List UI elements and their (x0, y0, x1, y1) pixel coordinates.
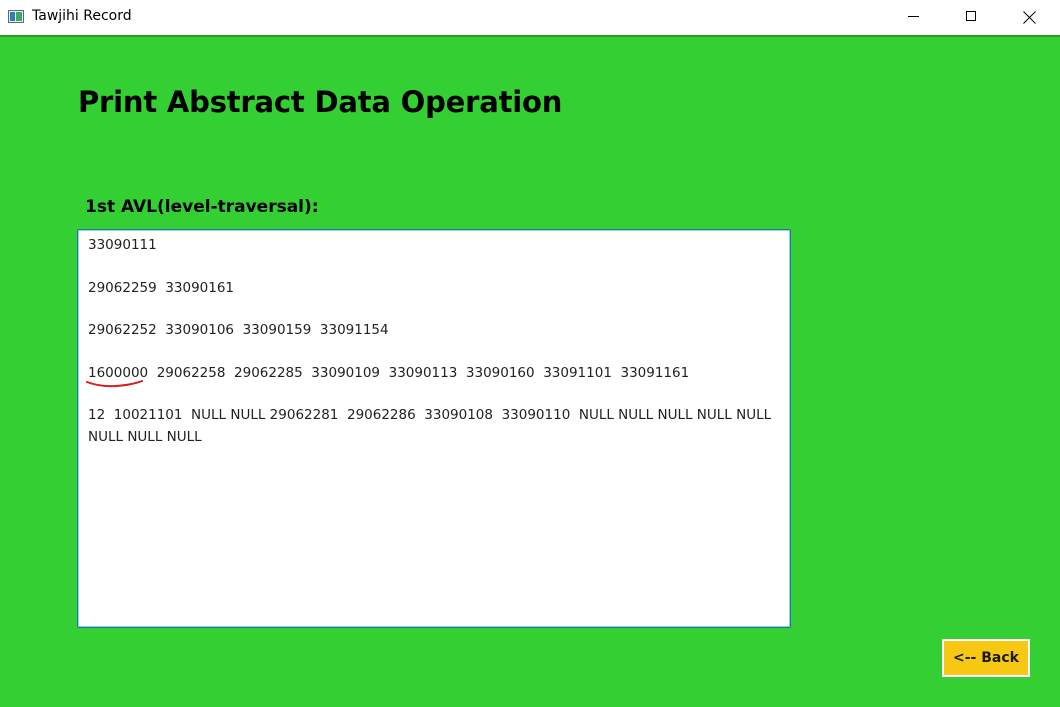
output-line: 29062252 33090106 33090159 33091154 (88, 322, 389, 338)
highlighted-value-text: 1600000 (88, 365, 149, 381)
maximize-button[interactable] (948, 0, 994, 35)
output-line: 1600000 29062258 29062285 33090109 33090… (86, 365, 690, 388)
minimize-icon (908, 16, 919, 17)
maximize-icon (966, 11, 976, 21)
section-label: 1st AVL(level-traversal): (85, 197, 319, 217)
output-line-rest: 29062258 29062285 33090109 33090113 3309… (156, 365, 690, 381)
minimize-button[interactable] (890, 0, 936, 35)
output-text-area[interactable]: 33090111 29062259 33090161 29062252 3309… (77, 229, 791, 628)
output-line: 12 10021101 NULL NULL 29062281 29062286 … (88, 407, 772, 423)
window-title: Tawjihi Record (32, 8, 132, 24)
output-line: NULL NULL NULL (88, 429, 202, 445)
page-title: Print Abstract Data Operation (78, 85, 563, 119)
close-button[interactable] (1006, 0, 1052, 35)
title-bar: Tawjihi Record (0, 0, 1060, 35)
back-button[interactable]: <-- Back (942, 639, 1030, 677)
app-window: Tawjihi Record Print Abstract Data Opera… (0, 0, 1060, 707)
app-window-icon (8, 10, 24, 23)
output-line: 29062259 33090161 (88, 280, 235, 296)
highlighted-value: 1600000 (86, 365, 149, 388)
close-icon (1023, 11, 1036, 24)
output-line: 33090111 (88, 237, 157, 253)
main-content: Print Abstract Data Operation 1st AVL(le… (0, 35, 1060, 707)
